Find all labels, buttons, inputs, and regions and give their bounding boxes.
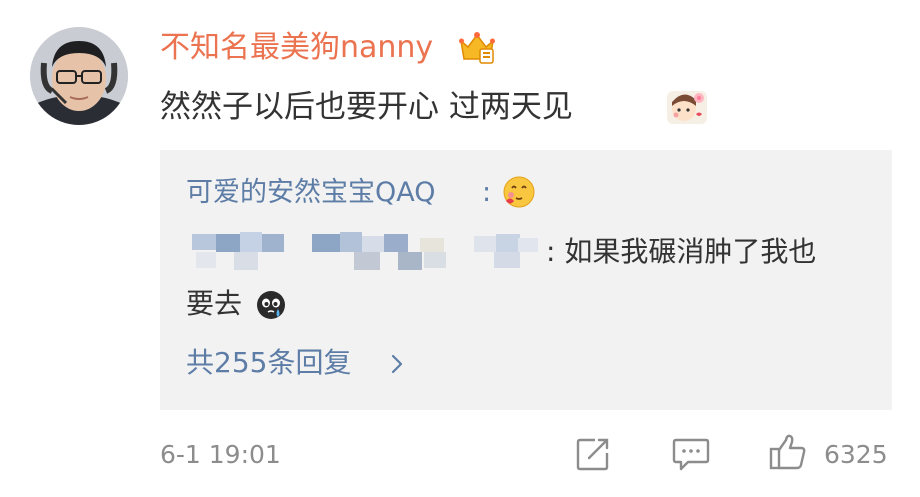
crown-badge-icon[interactable] [458,29,496,65]
reply-text-line2: 要去 [186,287,243,320]
like-thumb-icon[interactable] [768,432,808,472]
blush-emoji-icon [503,176,535,208]
blurred-username [184,230,544,274]
comment-text: 然然子以后也要开心 过两天见 [160,89,573,125]
avatar[interactable] [30,27,128,125]
reply-author[interactable]: 可爱的安然宝宝QAQ [186,175,436,211]
reply-author-colon: : [482,177,492,208]
crying-emoji-icon [257,291,285,319]
view-all-replies-link[interactable]: 共255条回复 [186,344,351,382]
cute-sticker-icon [667,91,707,124]
like-count: 6325 [824,440,888,469]
comment-card: 不知名最美狗nanny 然然子以后也要开心 过两天见 可爱的安然宝宝QAQ : [0,0,920,497]
username[interactable]: 不知名最美狗nanny [160,28,433,68]
chevron-right-icon[interactable] [389,352,405,376]
reply-text-line1: : 如果我碾消肿了我也 [546,235,817,268]
share-icon[interactable] [575,436,611,472]
timestamp: 6-1 19:01 [160,440,281,469]
comment-icon[interactable] [672,436,710,472]
reply-preview[interactable]: 可爱的安然宝宝QAQ :: 如果我碾消肿了我也 要去 共255条回复 [160,150,892,410]
